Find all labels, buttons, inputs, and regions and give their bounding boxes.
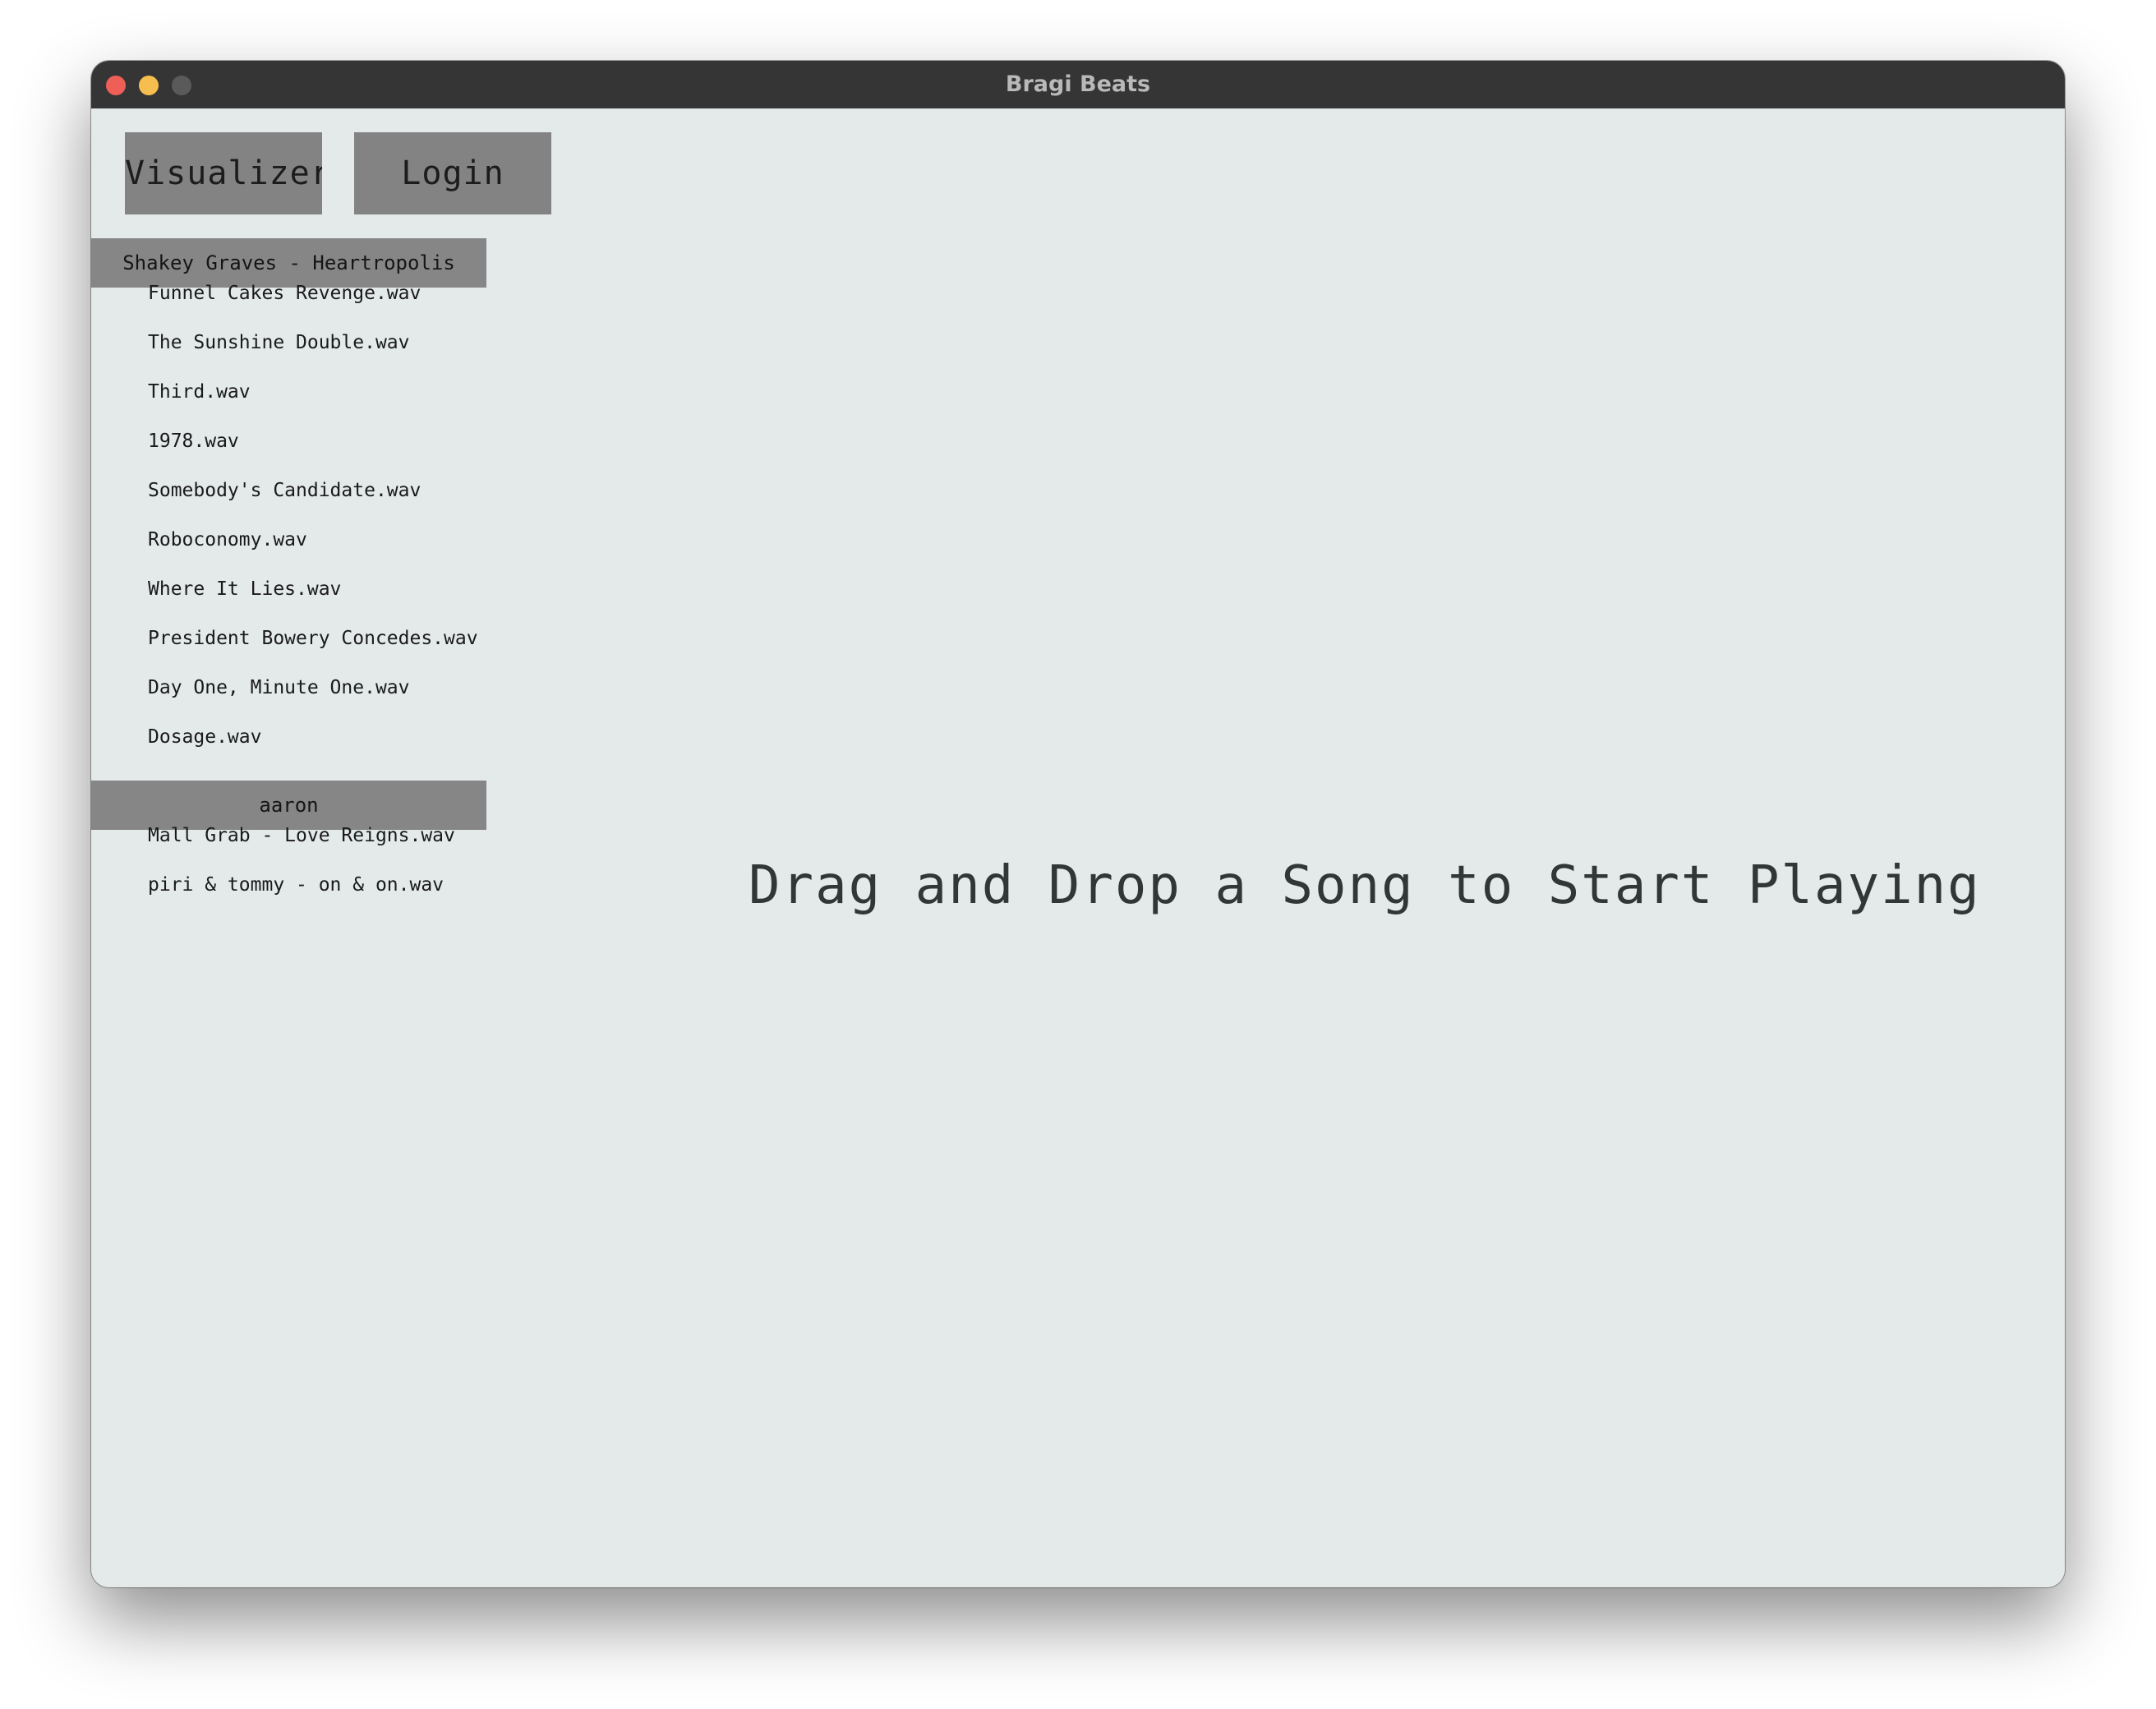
drop-zone-message[interactable]: Drag and Drop a Song to Start Playing xyxy=(749,853,1979,919)
track-item[interactable]: Roboconomy.wav xyxy=(148,527,307,552)
track-item[interactable]: piri & tommy - on & on.wav xyxy=(148,873,444,897)
visualizers-button[interactable]: Visualizers xyxy=(125,132,322,214)
track-item[interactable]: Day One, Minute One.wav xyxy=(148,675,410,700)
playlist-header-aaron[interactable]: aaron xyxy=(91,781,486,830)
track-item[interactable]: The Sunshine Double.wav xyxy=(148,330,410,355)
playlist-header-shakey-graves[interactable]: Shakey Graves - Heartropolis xyxy=(91,238,486,288)
app-window: Bragi Beats Visualizers Login Shakey Gra… xyxy=(91,61,2065,1587)
track-item[interactable]: Where It Lies.wav xyxy=(148,577,341,601)
track-item[interactable]: 1978.wav xyxy=(148,429,239,454)
window-title: Bragi Beats xyxy=(1005,71,1151,97)
title-bar[interactable]: Bragi Beats xyxy=(91,61,2065,109)
track-item[interactable]: President Bowery Concedes.wav xyxy=(148,626,478,651)
login-button[interactable]: Login xyxy=(354,132,551,214)
track-item[interactable]: Dosage.wav xyxy=(148,725,261,749)
track-item[interactable]: Funnel Cakes Revenge.wav xyxy=(148,281,421,306)
main-content: Visualizers Login Shakey Graves - Heartr… xyxy=(91,108,2065,1587)
track-item[interactable]: Mall Grab - Love Reigns.wav xyxy=(148,823,455,848)
track-item[interactable]: Somebody's Candidate.wav xyxy=(148,478,421,503)
track-item[interactable]: Third.wav xyxy=(148,380,251,404)
